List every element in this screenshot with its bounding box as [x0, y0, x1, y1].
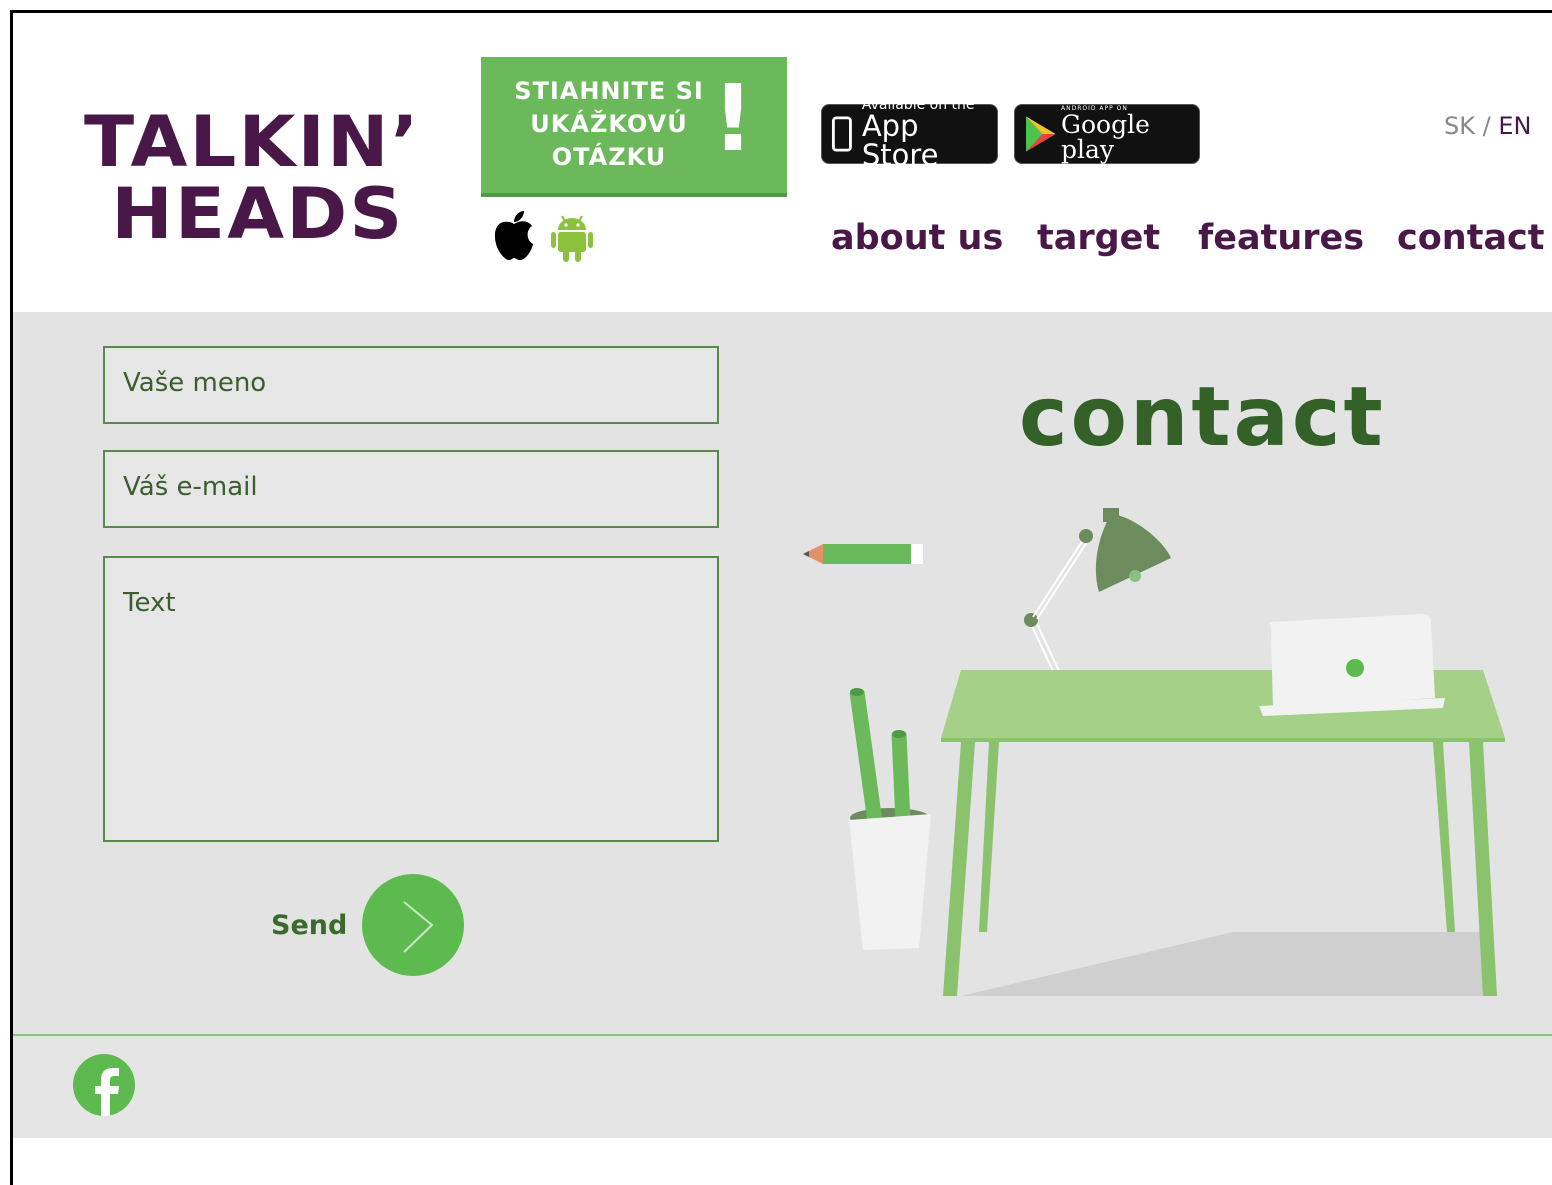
- facebook-icon[interactable]: [73, 1054, 135, 1116]
- appstore-big-text: App Store: [861, 109, 939, 172]
- promo-line-1: STIAHNITE SI: [514, 77, 704, 105]
- desk-illustration: [803, 508, 1505, 996]
- name-input[interactable]: Vaše meno: [103, 346, 719, 424]
- nav-contact[interactable]: contact: [1397, 218, 1545, 258]
- lang-sk[interactable]: SK: [1444, 112, 1475, 140]
- footer: [13, 1036, 1552, 1138]
- language-switcher: SK / EN: [1444, 112, 1531, 140]
- lang-separator: /: [1474, 112, 1499, 140]
- phone-icon: [831, 116, 852, 152]
- exclamation-mark: !: [712, 65, 754, 172]
- app-store-badge[interactable]: Available on the App Store: [821, 98, 998, 170]
- platform-icons: [492, 210, 594, 268]
- android-icon[interactable]: [550, 210, 594, 268]
- promo-line-3: OTÁZKU: [551, 143, 667, 171]
- promo-text: STIAHNITE SI UKÁŽKOVÚ OTÁZKU: [481, 75, 737, 174]
- google-big-text: Google play: [1061, 110, 1150, 164]
- lang-en[interactable]: EN: [1498, 112, 1531, 140]
- nav-about-us[interactable]: about us: [831, 218, 1003, 258]
- logo-line-1: TALKIN’: [84, 101, 421, 183]
- send-button[interactable]: [362, 874, 464, 976]
- contact-section: Vaše meno Váš e-mail Text Send contact: [13, 312, 1552, 1034]
- google-play-badge[interactable]: ANDROID APP ON Google play: [1014, 104, 1200, 164]
- section-title: contact: [1019, 370, 1386, 465]
- promo-line-2: UKÁŽKOVÚ: [530, 110, 688, 138]
- talkin-heads-logo[interactable]: TALKIN’ HEADS: [84, 106, 421, 250]
- send-label[interactable]: Send: [271, 910, 347, 941]
- google-play-icon: [1026, 116, 1056, 152]
- nav-features[interactable]: features: [1198, 218, 1364, 258]
- email-input[interactable]: Váš e-mail: [103, 450, 719, 528]
- logo-line-2: HEADS: [111, 173, 405, 255]
- apple-icon[interactable]: [492, 210, 536, 268]
- chevron-right-icon: [403, 901, 434, 953]
- nav-target[interactable]: target: [1037, 218, 1160, 258]
- message-textarea[interactable]: Text: [103, 556, 719, 842]
